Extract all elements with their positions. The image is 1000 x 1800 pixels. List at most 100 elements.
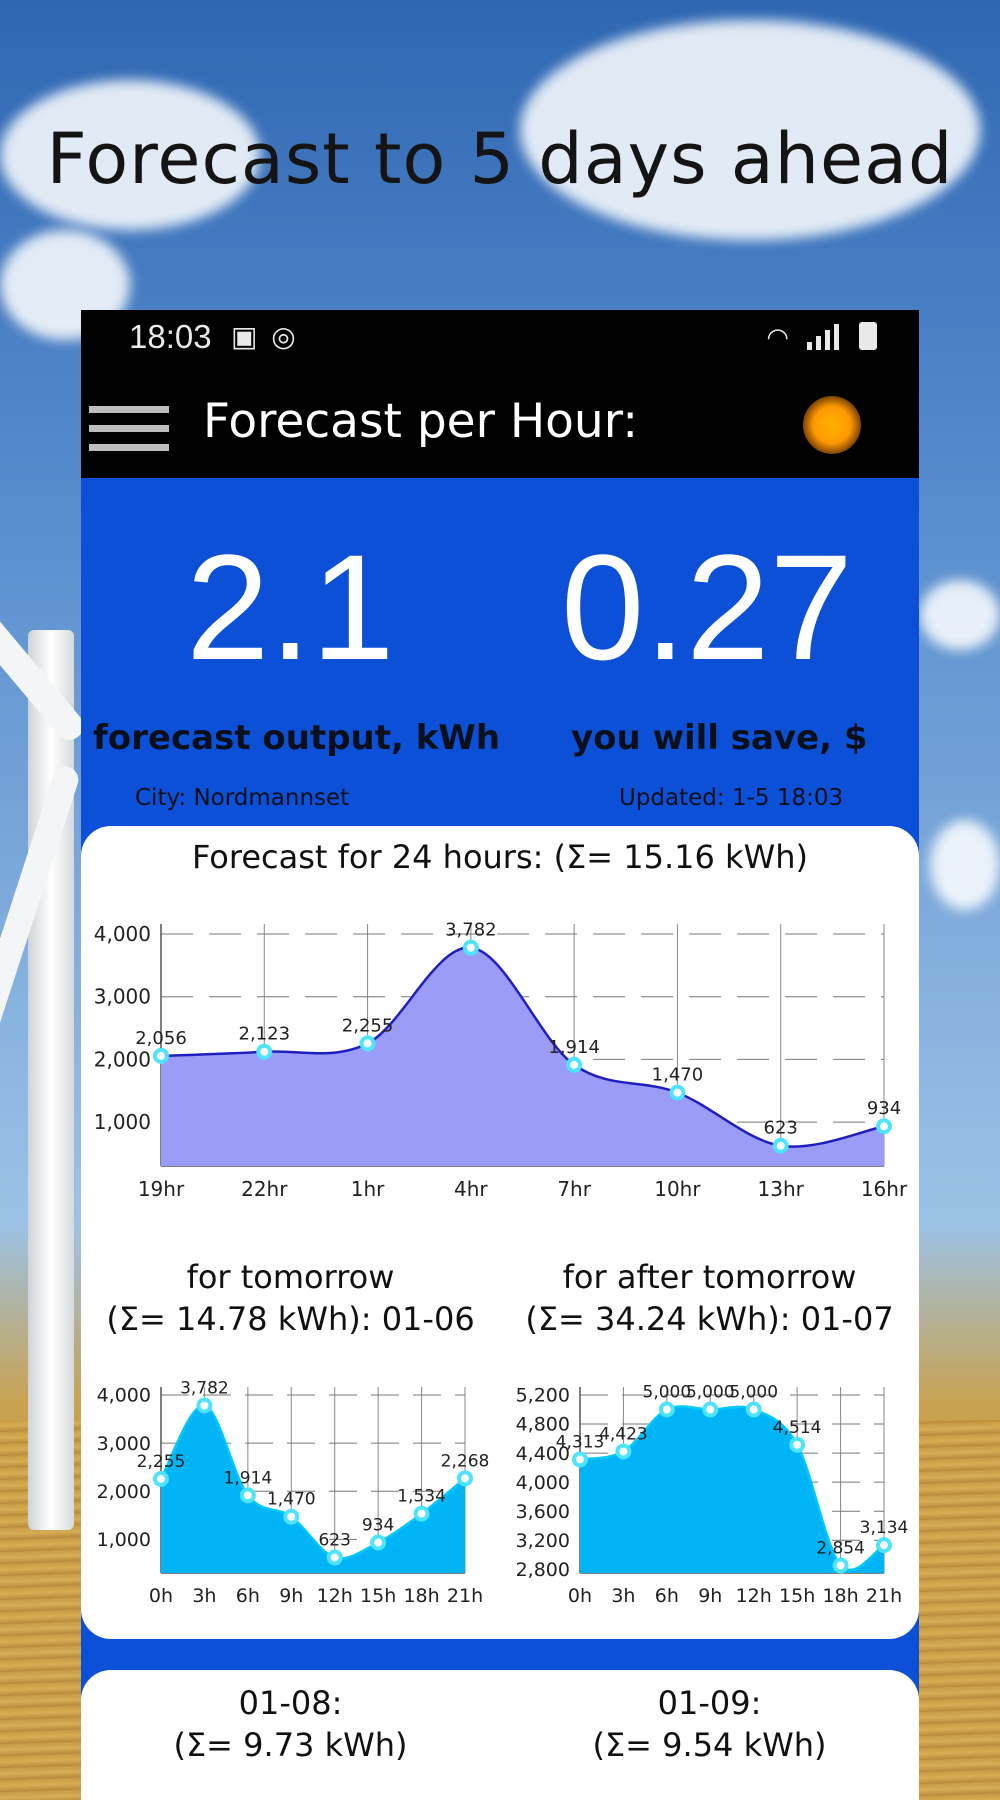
x-tick-label: 21h bbox=[866, 1585, 902, 1607]
savings-label: you will save, $ bbox=[571, 718, 868, 758]
forecast-card: Forecast for 24 hours: (Σ= 15.16 kWh) 1,… bbox=[81, 826, 919, 1639]
data-point bbox=[702, 1401, 719, 1418]
x-tick-label: 3h bbox=[611, 1585, 635, 1607]
x-tick-label: 10hr bbox=[654, 1177, 701, 1201]
image-icon: ▣ bbox=[231, 321, 258, 352]
data-label: 2,255 bbox=[342, 1015, 394, 1036]
data-label: 3,782 bbox=[445, 920, 497, 941]
status-time: 18:03 bbox=[129, 318, 212, 355]
app-bar: Forecast per Hour: bbox=[81, 366, 919, 478]
x-tick-label: 13hr bbox=[758, 1177, 805, 1201]
data-point bbox=[457, 1470, 473, 1487]
data-label: 4,514 bbox=[773, 1418, 822, 1438]
after-tomorrow-chart-title: for after tomorrow (Σ= 34.24 kWh): 01-07 bbox=[500, 1256, 919, 1340]
today-forecast-chart: 1,000 2,000 3,000 4,000 2,056 2,123 2,255 3,782… bbox=[94, 920, 908, 1201]
x-tick-label: 15h bbox=[779, 1585, 815, 1607]
y-tick-label: 4,000 bbox=[97, 1385, 151, 1407]
phone-screen: 18:03 ▣ ◎ ◠ Forecast per Hour: 2.1 0.27 … bbox=[81, 310, 919, 1800]
app-title: Forecast per Hour: bbox=[203, 394, 639, 449]
data-point bbox=[153, 1047, 169, 1064]
data-point bbox=[658, 1401, 675, 1418]
day5-title-line2: (Σ= 9.54 kWh) bbox=[592, 1726, 827, 1764]
hamburger-menu-icon[interactable] bbox=[89, 406, 169, 463]
data-point bbox=[359, 1035, 376, 1052]
x-tick-label: 12h bbox=[736, 1585, 772, 1607]
y-tick-label: 2,800 bbox=[516, 1559, 570, 1581]
status-bar: 18:03 ▣ ◎ ◠ bbox=[81, 310, 919, 366]
y-tick-label: 3,200 bbox=[516, 1530, 570, 1552]
sky-cloud bbox=[920, 580, 1000, 650]
y-tick-label: 2,000 bbox=[97, 1481, 151, 1503]
x-tick-label: 19hr bbox=[138, 1177, 185, 1201]
x-tick-label: 4hr bbox=[454, 1177, 488, 1201]
promo-title: Forecast to 5 days ahead bbox=[46, 118, 954, 200]
data-label: 5,000 bbox=[729, 1383, 778, 1403]
sun-icon[interactable] bbox=[803, 396, 861, 454]
day4-title-line1: 01-08: bbox=[238, 1684, 343, 1722]
x-tick-label: 0h bbox=[149, 1585, 173, 1607]
x-tick-label: 12h bbox=[317, 1585, 353, 1607]
signal-icon bbox=[807, 324, 839, 350]
x-tick-label: 6h bbox=[236, 1585, 260, 1607]
data-point bbox=[876, 1118, 892, 1135]
data-label: 934 bbox=[867, 1098, 901, 1119]
x-tick-label: 9h bbox=[698, 1585, 722, 1607]
x-tick-label: 6h bbox=[655, 1585, 679, 1607]
data-point bbox=[615, 1443, 632, 1460]
data-label: 1,914 bbox=[548, 1037, 600, 1058]
data-point bbox=[832, 1557, 849, 1574]
x-tick-label: 9h bbox=[279, 1585, 303, 1607]
tomorrow-title-line2: (Σ= 14.78 kWh): 01-06 bbox=[106, 1300, 475, 1338]
tomorrow-title-line1: for tomorrow bbox=[186, 1258, 395, 1296]
y-tick-label: 3,600 bbox=[516, 1501, 570, 1523]
x-tick-label: 7hr bbox=[557, 1177, 591, 1201]
data-label: 5,000 bbox=[643, 1383, 692, 1403]
y-tick-label: 2,000 bbox=[94, 1047, 151, 1071]
data-label: 2,854 bbox=[816, 1538, 865, 1558]
data-label: 623 bbox=[318, 1530, 350, 1550]
wind-turbine-tower bbox=[28, 630, 74, 1530]
data-label: 2,255 bbox=[137, 1452, 186, 1472]
data-label: 4,313 bbox=[556, 1432, 605, 1452]
x-tick-label: 15h bbox=[360, 1585, 396, 1607]
data-point bbox=[239, 1487, 256, 1504]
x-tick-label: 18h bbox=[822, 1585, 858, 1607]
data-label: 4,423 bbox=[599, 1424, 648, 1444]
y-tick-label: 4,000 bbox=[94, 922, 151, 946]
data-label: 2,056 bbox=[135, 1028, 187, 1049]
forecast-output-value: 2.1 bbox=[186, 523, 395, 691]
notification-icons: ▣ ◎ bbox=[231, 320, 296, 353]
data-label: 2,268 bbox=[441, 1451, 490, 1471]
today-chart-title: Forecast for 24 hours: (Σ= 15.16 kWh) bbox=[192, 838, 808, 876]
data-point bbox=[772, 1137, 789, 1154]
data-point bbox=[669, 1084, 686, 1101]
after-tomorrow-forecast-chart: 2,8003,2003,6004,0004,4004,8005,2004,313… bbox=[516, 1383, 909, 1607]
data-point bbox=[326, 1549, 343, 1566]
data-label: 1,470 bbox=[652, 1065, 704, 1086]
forecast-output-label: forecast output, kWh bbox=[93, 718, 501, 758]
after-title-line1: for after tomorrow bbox=[562, 1258, 857, 1296]
y-tick-label: 1,000 bbox=[94, 1110, 151, 1134]
later-days-card: 01-08: (Σ= 9.73 kWh) 01-09: (Σ= 9.54 kWh… bbox=[81, 1670, 919, 1800]
x-tick-label: 1hr bbox=[351, 1177, 385, 1201]
data-point bbox=[256, 1043, 273, 1060]
day4-title-line2: (Σ= 9.73 kWh) bbox=[173, 1726, 408, 1764]
day5-title: 01-09: (Σ= 9.54 kWh) bbox=[500, 1682, 919, 1766]
data-label: 934 bbox=[362, 1515, 394, 1535]
data-label: 1,914 bbox=[224, 1468, 273, 1488]
data-label: 3,134 bbox=[860, 1518, 909, 1538]
wifi-icon: ◠ bbox=[766, 322, 789, 352]
after-title-line2: (Σ= 34.24 kWh): 01-07 bbox=[525, 1300, 894, 1338]
data-point bbox=[566, 1056, 583, 1073]
x-tick-label: 18h bbox=[403, 1585, 439, 1607]
data-point bbox=[370, 1534, 387, 1551]
data-point bbox=[283, 1508, 300, 1525]
data-label: 1,470 bbox=[267, 1490, 316, 1510]
x-tick-label: 21h bbox=[447, 1585, 483, 1607]
data-point bbox=[462, 939, 479, 956]
data-label: 1,534 bbox=[397, 1487, 446, 1507]
data-point bbox=[789, 1436, 806, 1453]
city-label: City: Nordmannset bbox=[135, 785, 350, 811]
x-tick-label: 0h bbox=[568, 1585, 592, 1607]
x-tick-label: 16hr bbox=[861, 1177, 908, 1201]
